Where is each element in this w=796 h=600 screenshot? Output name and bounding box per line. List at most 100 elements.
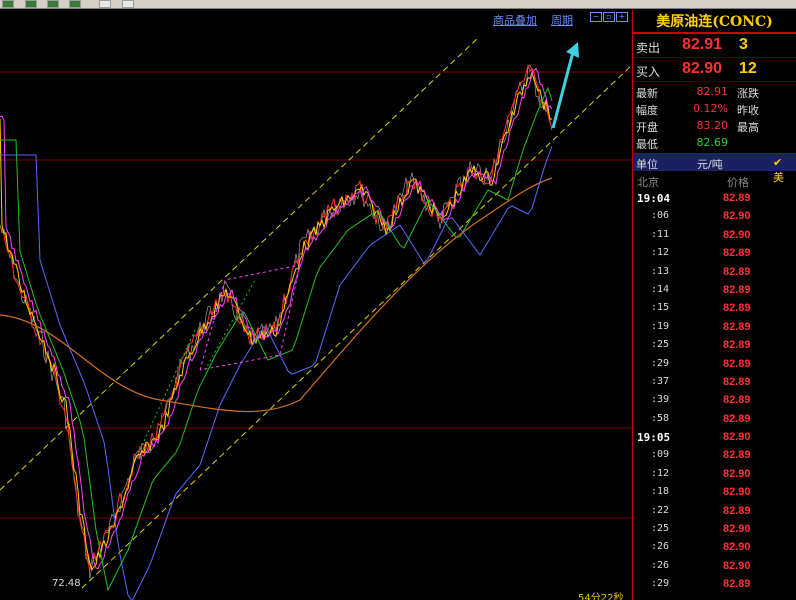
restore-icon[interactable]: ▫ (603, 12, 615, 22)
tick-price: 82.90 (723, 559, 751, 572)
tick-row: :06 82.90 (633, 207, 796, 225)
tick-row: :39 82.89 (633, 391, 796, 409)
tick-time: :13 (651, 265, 670, 277)
tick-row: :37 82.89 (633, 373, 796, 391)
tick-time: :29 (651, 357, 670, 369)
tick-price: 82.89 (723, 578, 751, 591)
price-chart[interactable] (0, 10, 632, 600)
toolbar-button-6[interactable] (122, 0, 134, 8)
toolbar-button-3[interactable] (47, 0, 59, 8)
sell-label: 卖出 (636, 41, 661, 55)
tick-row: :58 82.89 (633, 410, 796, 428)
unit-label: 单位 (636, 158, 658, 171)
tick-header-time: 北京 (637, 176, 659, 189)
tick-price: 82.89 (723, 339, 751, 352)
tick-row: :13 82.89 (633, 263, 796, 281)
stat-label-2: 涨跌 (737, 87, 759, 100)
tick-price: 82.89 (723, 394, 751, 407)
tick-row: :29 82.89 (633, 355, 796, 373)
tick-time: :22 (651, 504, 670, 516)
tick-time: :06 (651, 210, 670, 222)
tick-row: :29 82.89 (633, 575, 796, 593)
tick-row: :12 82.89 (633, 244, 796, 262)
tick-row: :09 82.89 (633, 446, 796, 464)
tick-row: :11 82.90 (633, 226, 796, 244)
stat-label: 最低 (636, 138, 658, 151)
tick-time: :25 (651, 523, 670, 535)
tick-price: 82.89 (723, 375, 751, 388)
stat-value: 0.12% (693, 102, 728, 115)
tick-price: 82.89 (723, 302, 751, 315)
tick-time: :09 (651, 449, 670, 461)
guide-line (139, 329, 196, 451)
instrument-title: 美原油连(CONC) (633, 10, 796, 34)
toolbar-button-2[interactable] (25, 0, 37, 8)
unit-value: 元/吨 (697, 158, 723, 171)
sell-row[interactable]: 卖出 82.91 3 (633, 34, 796, 58)
tick-time: :19 (651, 320, 670, 332)
tick-price: 82.89 (723, 247, 751, 260)
stat-label-2: 昨收 (737, 104, 759, 117)
overlay-link[interactable]: 商品叠加 (493, 12, 537, 28)
tick-time: :26 (651, 559, 670, 571)
stat-row: 最低 82.69 (633, 136, 796, 153)
tick-row: :26 82.90 (633, 557, 796, 575)
tick-price: 82.89 (723, 192, 751, 204)
tick-time: :39 (651, 394, 670, 406)
tick-time: 19:04 (637, 192, 671, 205)
period-link[interactable]: 周期 (551, 12, 573, 28)
ma-line-green (0, 86, 553, 592)
quote-panel: 美原油连(CONC) 卖出 82.91 3 买入 82.90 12 最新 82.… (632, 10, 796, 600)
tick-list[interactable]: 19:04 82.89:06 82.90:11 82.90:12 82.89:13 82.… (633, 189, 796, 594)
stat-row: 最新 82.91 涨跌 (633, 85, 796, 102)
tick-time: :25 (651, 339, 670, 351)
tick-row: :19 82.89 (633, 318, 796, 336)
tick-time: :58 (651, 412, 670, 424)
tick-row: 19:04 82.89 (633, 189, 796, 207)
stat-label-2: 最高 (737, 121, 759, 134)
toolbar-button-1[interactable] (2, 0, 14, 8)
tick-price: 82.89 (723, 283, 751, 296)
tick-time: :26 (651, 541, 670, 553)
ma-line-pink (0, 67, 553, 570)
toolbar-button-4[interactable] (69, 0, 81, 8)
trend-arrow-line (551, 51, 575, 129)
tick-time: :12 (651, 247, 670, 259)
tick-price: 82.90 (723, 228, 751, 241)
tick-row: 19:05 82.90 (633, 428, 796, 446)
sell-price: 82.91 (682, 36, 723, 53)
stat-label: 幅度 (636, 104, 658, 117)
tick-price: 82.89 (723, 504, 751, 517)
tick-price: 82.89 (723, 357, 751, 370)
tick-row: :14 82.89 (633, 281, 796, 299)
stat-value: 83.20 (696, 119, 729, 132)
buy-row[interactable]: 买入 82.90 12 (633, 58, 796, 82)
expand-icon[interactable]: + (616, 12, 628, 22)
tick-header-price: 价格 (727, 176, 749, 189)
tick-row: :25 82.90 (633, 520, 796, 538)
toolbar-button-5[interactable] (99, 0, 111, 8)
tick-price: 82.90 (723, 486, 751, 499)
tick-time: :15 (651, 302, 670, 314)
tick-price: 82.89 (723, 412, 751, 425)
tick-row: :22 82.89 (633, 502, 796, 520)
chart-canvas (0, 37, 632, 600)
toolbar (0, 0, 796, 9)
stat-label: 最新 (636, 87, 658, 100)
stat-row: 开盘 83.20 最高 (633, 119, 796, 136)
tick-time: :29 (651, 578, 670, 590)
countdown-timer: 54分22秒 (578, 593, 624, 600)
tick-price: 82.90 (723, 541, 751, 554)
unit-row[interactable]: 单位 元/吨 ✔ 美 (633, 154, 796, 184)
tick-time: :18 (651, 486, 670, 498)
tick-row: :26 82.90 (633, 538, 796, 556)
stat-value: 82.91 (696, 85, 729, 98)
tick-row: :18 82.90 (633, 483, 796, 501)
tick-price: 82.89 (723, 449, 751, 462)
tick-price: 82.90 (723, 431, 751, 444)
pattern-box (199, 264, 301, 371)
tick-price: 82.90 (723, 210, 751, 223)
tick-price: 82.90 (723, 467, 751, 480)
tick-row: :15 82.89 (633, 299, 796, 317)
shrink-icon[interactable]: − (590, 12, 602, 22)
